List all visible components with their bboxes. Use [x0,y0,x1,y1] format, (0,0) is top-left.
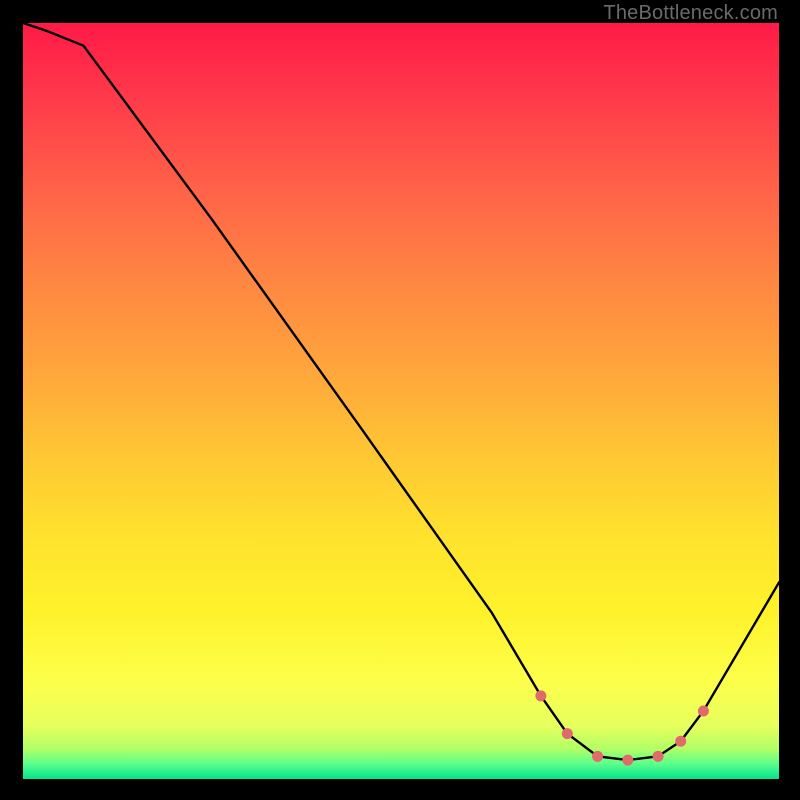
data-marker [562,728,573,739]
marker-group [535,690,709,765]
bottleneck-line [23,23,779,760]
chart-svg [23,23,779,779]
data-marker [592,751,603,762]
data-marker [535,690,546,701]
data-marker [653,751,664,762]
data-marker [675,736,686,747]
chart-stage: TheBottleneck.com [0,0,800,800]
data-marker [698,705,709,716]
data-marker [622,755,633,766]
watermark-text: TheBottleneck.com [603,2,778,25]
chart-plot-area [23,23,779,779]
